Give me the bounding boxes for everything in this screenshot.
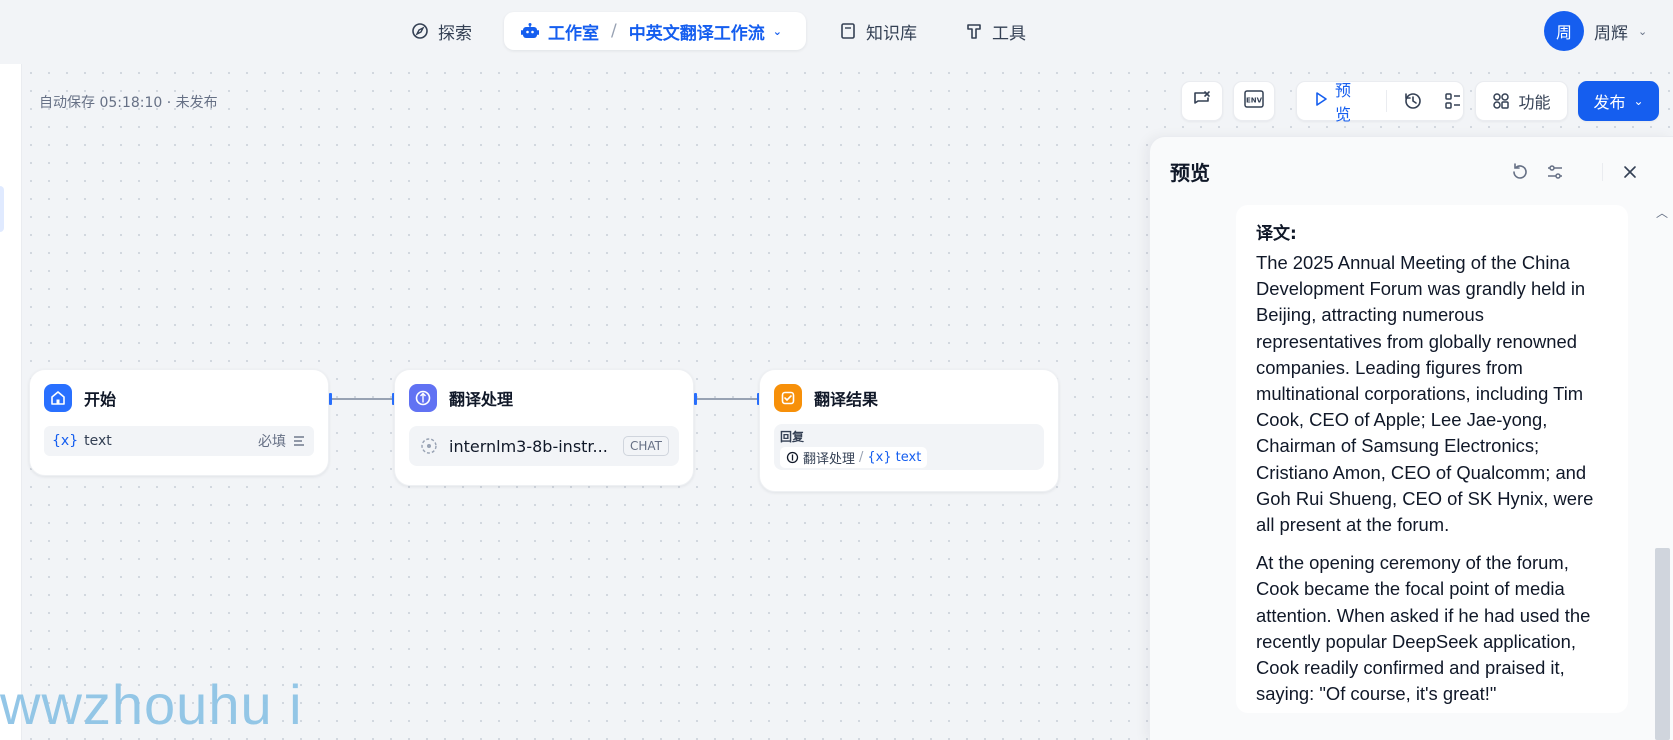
required-badge: 必填 [258, 434, 286, 450]
start-output-handle[interactable] [329, 393, 332, 405]
nav-knowledge[interactable]: 知识库 [826, 12, 929, 50]
llm-output-handle[interactable] [694, 393, 697, 405]
text-lines-icon [292, 434, 306, 448]
translation-paragraph-2: At the opening ceremony of the forum, Co… [1256, 552, 1591, 705]
nav-knowledge-label: 知识库 [866, 23, 917, 44]
home-icon [44, 384, 72, 412]
user-name: 周辉 [1594, 23, 1628, 44]
chevron-down-icon: ⌄ [1633, 94, 1644, 108]
answer-icon [774, 384, 802, 412]
hammer-icon [964, 21, 984, 41]
left-sidebar-collapsed[interactable] [0, 64, 22, 740]
variable-name: text [84, 433, 112, 449]
play-icon[interactable] [1313, 91, 1329, 111]
start-node[interactable]: 开始 {x} text 必填 [29, 369, 329, 476]
variable-icon: {x} [52, 433, 79, 449]
start-variable-row[interactable]: {x} text 必填 [44, 426, 314, 456]
model-mode-badge: CHAT [622, 436, 669, 456]
feedback-button[interactable] [1181, 81, 1223, 121]
preview-panel: 预览 译文: The 2025 Annual Meeting of the Ch… [1149, 136, 1673, 740]
env-button[interactable]: ENV [1233, 81, 1275, 121]
panel-divider [1602, 163, 1603, 181]
assistant-message: 译文: The 2025 Annual Meeting of the China… [1236, 205, 1628, 713]
translation-paragraph-1: The 2025 Annual Meeting of the China Dev… [1256, 252, 1594, 536]
llm-node-header: 翻译处理 [395, 370, 693, 412]
end-node-header: 翻译结果 [760, 370, 1058, 412]
preview-button[interactable]: 预览 [1335, 77, 1362, 125]
llm-node[interactable]: 翻译处理 internlm3-8b-instr... CHAT [394, 369, 694, 486]
message-check-icon [1192, 89, 1212, 113]
edge-llm-to-end[interactable] [695, 398, 758, 400]
preview-panel-actions [1149, 161, 1673, 183]
edge-start-to-llm[interactable] [330, 398, 393, 400]
history-icon[interactable] [1403, 91, 1423, 111]
close-icon[interactable] [1619, 161, 1641, 183]
publish-label: 发布 [1593, 93, 1626, 112]
avatar[interactable]: 周 [1544, 11, 1584, 51]
svg-text:ENV: ENV [1246, 97, 1263, 105]
nav-tools-label: 工具 [992, 23, 1026, 44]
model-icon [419, 436, 439, 456]
end-node-title: 翻译结果 [814, 390, 879, 409]
run-toolbar-group: 预览 [1296, 81, 1464, 124]
autosave-status: 自动保存 05:18:10 · 未发布 [39, 95, 218, 111]
scroll-up-icon[interactable]: ︿ [1656, 204, 1668, 221]
app-name[interactable]: 中英文翻译工作流 [629, 19, 765, 44]
llm-icon [786, 451, 799, 464]
book-icon [838, 21, 858, 41]
preview-scrollbar[interactable]: ︿ [1652, 200, 1673, 740]
model-name: internlm3-8b-instr... [449, 436, 608, 456]
end-node[interactable]: 翻译结果 回复 翻译处理 / {x} text [759, 369, 1059, 492]
nav-tools[interactable]: 工具 [952, 12, 1038, 50]
grid-icon [1492, 92, 1510, 110]
top-navigation: 探索 工作室 / 中英文翻译工作流 ⌄ 知识库 工具 周 周辉 ⌄ [0, 0, 1673, 64]
breadcrumb-separator: / [611, 21, 617, 41]
reply-variable-reference: 翻译处理 / {x} text [780, 447, 928, 468]
scrollbar-thumb[interactable] [1655, 548, 1670, 740]
checklist-icon[interactable] [1443, 91, 1463, 111]
restart-icon[interactable] [1509, 161, 1531, 183]
ref-node-name: 翻译处理 [803, 452, 856, 467]
llm-node-title: 翻译处理 [449, 390, 514, 409]
settings-sliders-icon[interactable] [1544, 161, 1566, 183]
sidebar-active-tab[interactable] [0, 186, 4, 232]
translation-label: 译文: [1256, 224, 1297, 244]
robot-icon [520, 21, 540, 41]
start-node-header: 开始 [30, 370, 328, 412]
env-icon: ENV [1243, 88, 1265, 114]
toolbar-divider [1386, 90, 1387, 112]
publish-button[interactable]: 发布 ⌄ [1578, 81, 1659, 121]
nav-explore-label: 探索 [438, 23, 472, 44]
reply-label: 回复 [780, 430, 805, 444]
chevron-down-icon[interactable]: ⌄ [1638, 25, 1647, 38]
llm-icon [409, 384, 437, 412]
feature-button[interactable]: 功能 [1475, 81, 1568, 121]
nav-studio[interactable]: 工作室 / 中英文翻译工作流 ⌄ [504, 12, 806, 50]
nav-studio-label: 工作室 [548, 23, 599, 44]
feature-label: 功能 [1518, 93, 1551, 112]
reply-box[interactable]: 回复 翻译处理 / {x} text [774, 424, 1044, 470]
chevron-down-icon[interactable]: ⌄ [773, 25, 782, 38]
user-menu[interactable]: 周 周辉 ⌄ [1544, 11, 1647, 51]
watermark: wwzhouhu i [0, 673, 303, 736]
nav-explore[interactable]: 探索 [398, 12, 484, 50]
variable-icon: {x} [867, 450, 892, 465]
model-selector[interactable]: internlm3-8b-instr... CHAT [409, 426, 679, 466]
ref-variable-name: text [895, 450, 922, 465]
ref-separator: / [859, 450, 864, 465]
start-node-title: 开始 [84, 390, 117, 409]
compass-icon [410, 21, 430, 41]
